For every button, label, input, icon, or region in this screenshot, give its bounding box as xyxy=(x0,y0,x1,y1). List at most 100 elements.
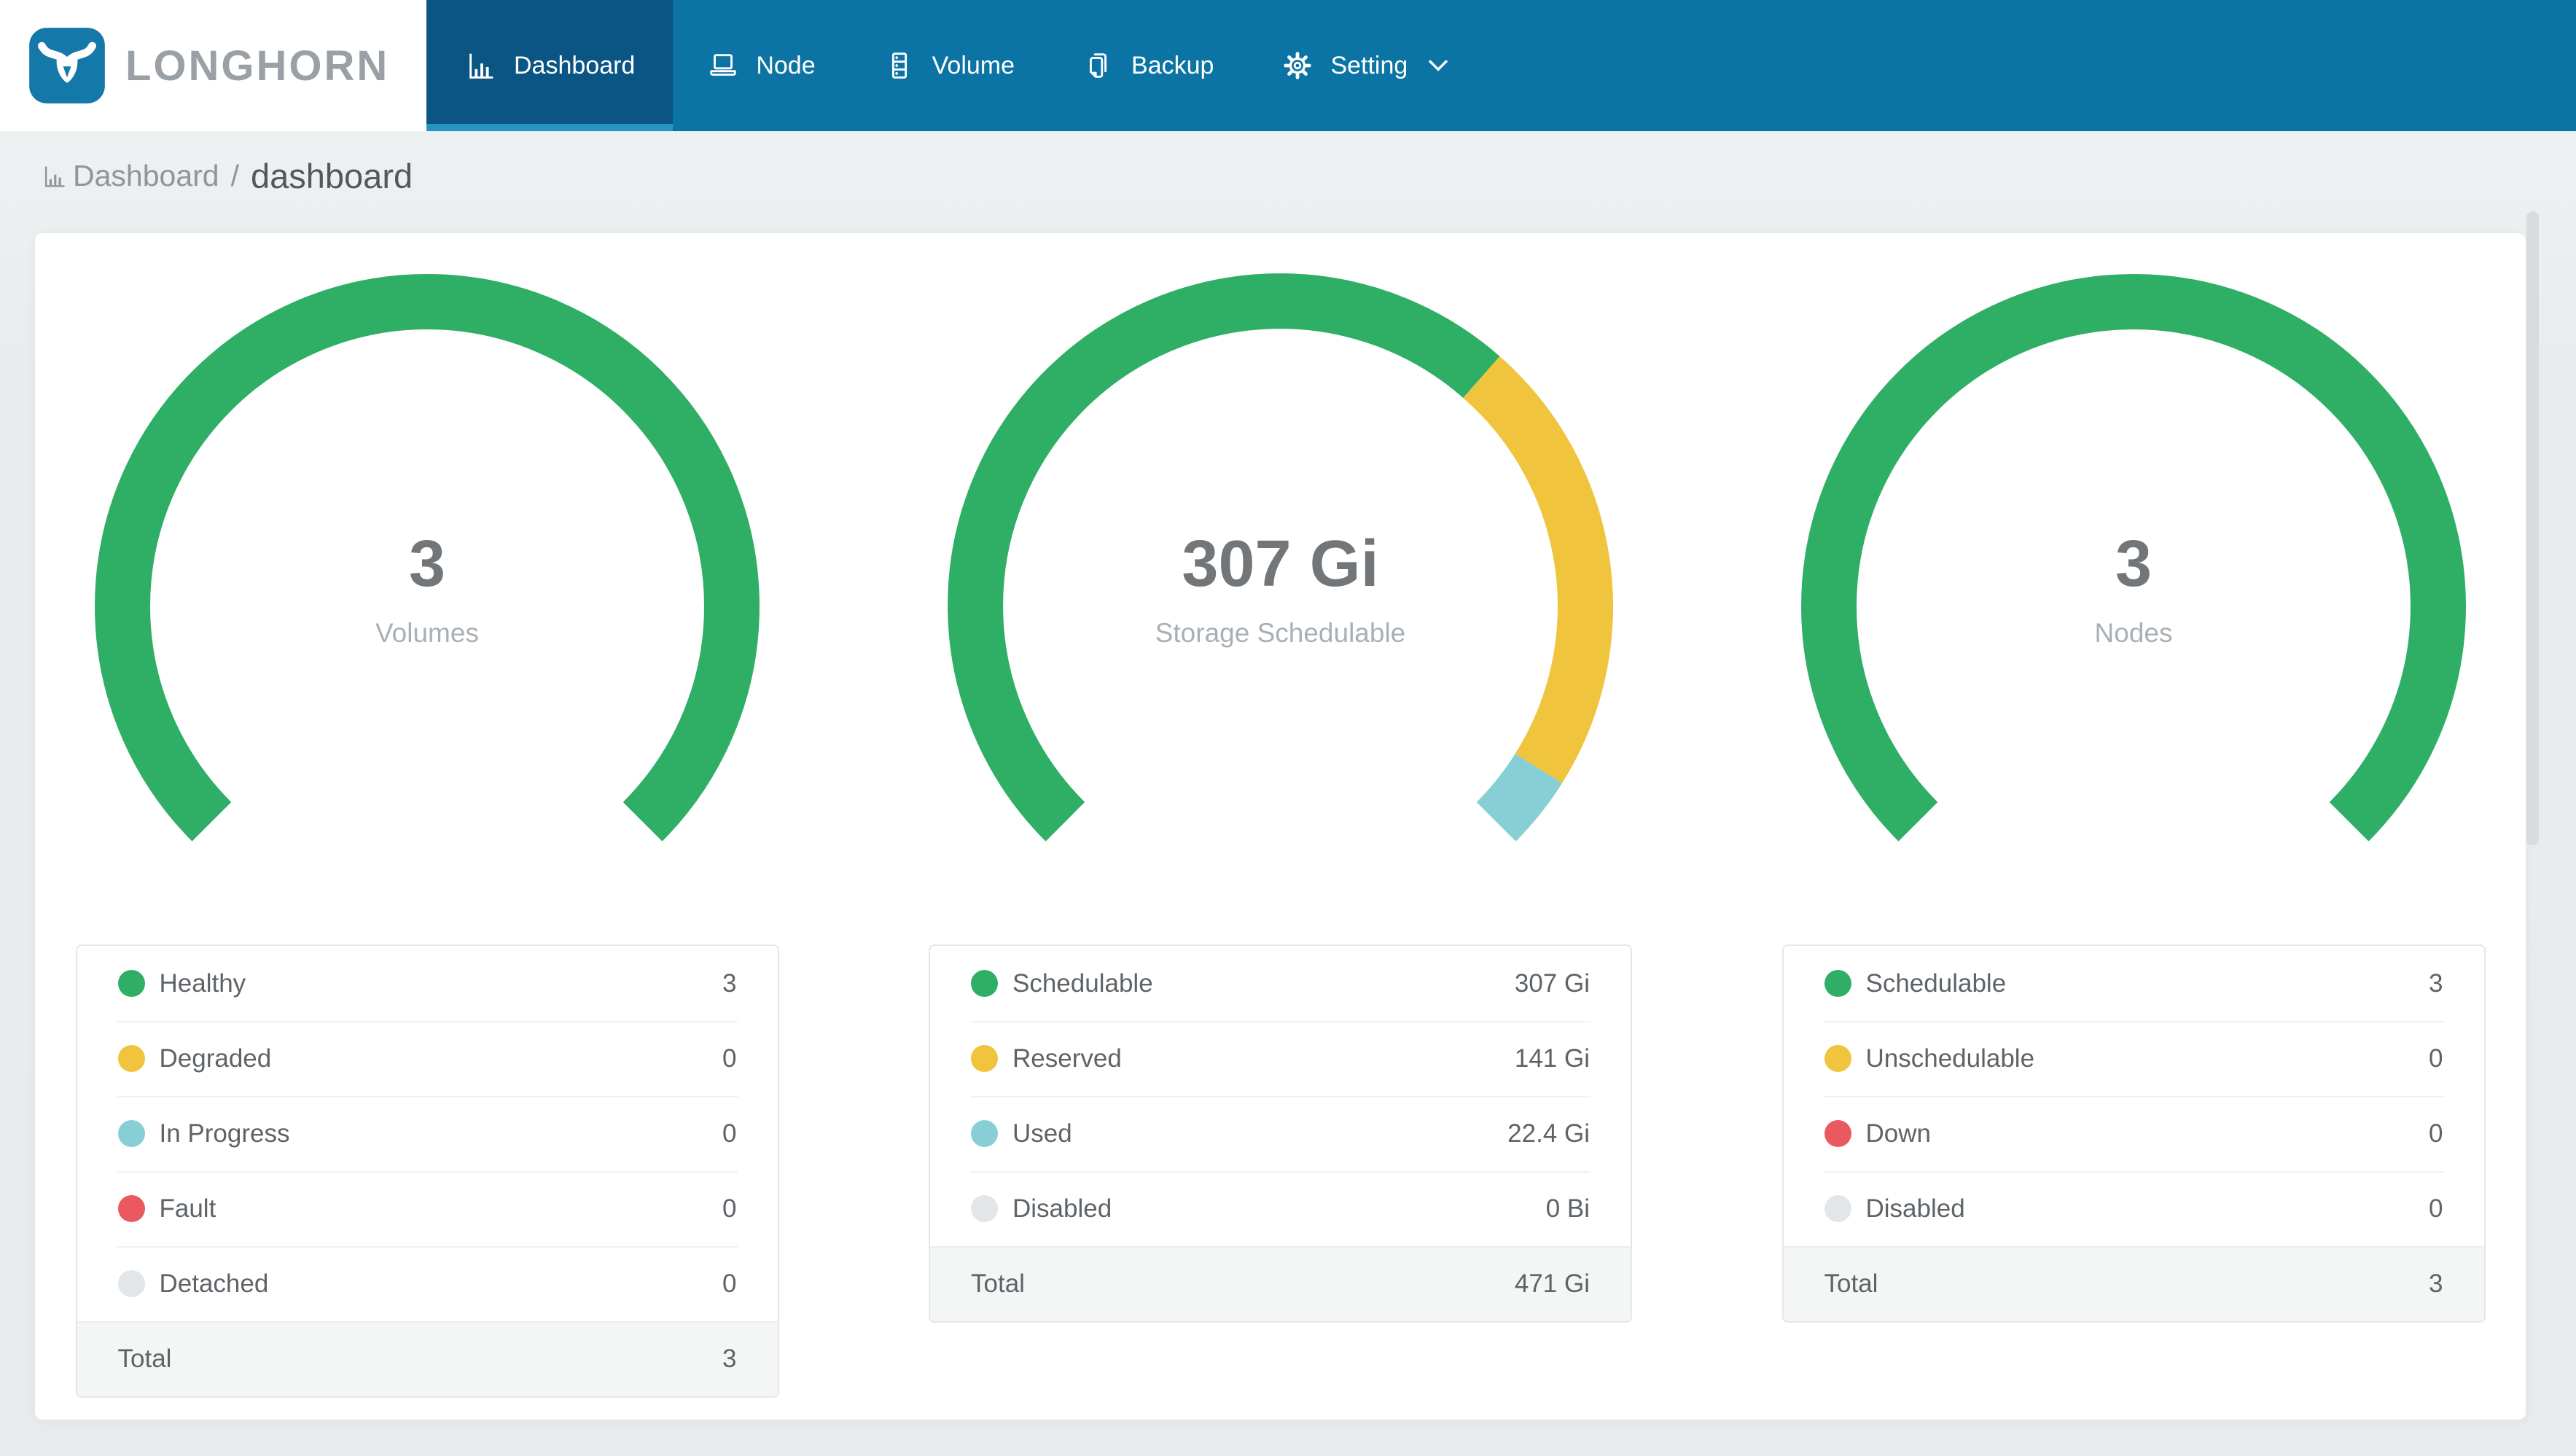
panel-storage-schedulable: 307 Gi Storage Schedulable Schedulable 3… xyxy=(889,233,1673,1420)
gauge-center-value: 3 xyxy=(408,528,446,600)
gauge-segment-used xyxy=(1475,753,1562,842)
dashboard-card: 3 Volumes Healthy 3 Degraded 0 In Progre… xyxy=(35,233,2526,1420)
table-row: Down 0 xyxy=(1784,1096,2484,1171)
legend-table: Schedulable 3 Unschedulable 0 Down 0 Dis… xyxy=(1781,944,2486,1323)
breadcrumb-separator: / xyxy=(230,159,239,192)
nav-item-label: Node xyxy=(756,51,816,79)
table-row: Disabled 0 xyxy=(1784,1171,2484,1246)
table-row: Schedulable 307 Gi xyxy=(930,946,1631,1021)
table-row: Reserved 141 Gi xyxy=(930,1021,1631,1096)
row-value: 307 Gi xyxy=(1514,968,1590,998)
row-value: 0 xyxy=(722,1044,737,1073)
row-value: 0 Bi xyxy=(1545,1194,1590,1223)
row-value: 3 xyxy=(2429,968,2443,998)
gauge-wrap: 3 Nodes xyxy=(1798,271,2469,942)
total-label: Total xyxy=(1824,1269,1878,1298)
status-dot-down xyxy=(1824,1120,1851,1147)
nav-item-dashboard[interactable]: Dashboard xyxy=(426,0,674,131)
gauge-center-label: Storage Schedulable xyxy=(1155,618,1406,648)
row-value: 0 xyxy=(2429,1194,2443,1223)
table-row: Detached 0 xyxy=(77,1246,778,1321)
row-label: Disabled xyxy=(1012,1194,1112,1223)
row-label: Degraded xyxy=(159,1044,272,1073)
table-row: Schedulable 3 xyxy=(1784,946,2484,1021)
status-dot-schedulable xyxy=(1824,970,1851,997)
nav-item-label: Backup xyxy=(1131,51,1214,79)
gauge-center: 3 Volumes xyxy=(92,523,762,649)
nav-item-backup[interactable]: Backup xyxy=(1048,0,1247,131)
status-dot-disabled xyxy=(971,1195,998,1222)
row-value: 141 Gi xyxy=(1514,1044,1590,1073)
status-dot-schedulable xyxy=(971,970,998,997)
longhorn-logo-icon xyxy=(29,28,105,103)
row-value: 0 xyxy=(2429,1044,2443,1073)
breadcrumb-section[interactable]: Dashboard xyxy=(73,159,219,193)
chevron-down-icon xyxy=(1424,58,1450,74)
panel-volumes: 3 Volumes Healthy 3 Degraded 0 In Progre… xyxy=(35,233,819,1420)
row-label: Reserved xyxy=(1012,1044,1122,1073)
table-row: Disabled 0 Bi xyxy=(930,1171,1631,1246)
status-dot-healthy xyxy=(117,970,145,997)
status-dot-reserved xyxy=(971,1045,998,1072)
row-label: Schedulable xyxy=(1865,968,2007,998)
row-label: Disabled xyxy=(1865,1194,1965,1223)
table-row: Fault 0 xyxy=(77,1171,778,1246)
panel-nodes: 3 Nodes Schedulable 3 Unschedulable 0 Do… xyxy=(1741,233,2526,1420)
total-label: Total xyxy=(971,1269,1025,1298)
row-label: Used xyxy=(1012,1119,1072,1148)
logo-text: LONGHORN xyxy=(125,42,390,90)
copy-icon xyxy=(1082,49,1115,82)
table-row: In Progress 0 xyxy=(77,1096,778,1171)
table-row: Unschedulable 0 xyxy=(1784,1021,2484,1096)
row-value: 22.4 Gi xyxy=(1507,1119,1590,1148)
nav-item-label: Dashboard xyxy=(514,51,636,79)
status-dot-disabled xyxy=(1824,1195,1851,1222)
scrollbar-thumb[interactable] xyxy=(2526,211,2539,845)
gauge-center-value: 3 xyxy=(2115,528,2152,600)
bar-chart-icon xyxy=(464,49,498,82)
nav-item-label: Setting xyxy=(1330,51,1408,79)
row-value: 0 xyxy=(722,1194,737,1223)
nav-item-volume[interactable]: Volume xyxy=(849,0,1048,131)
gauge-center-label: Nodes xyxy=(2094,618,2173,648)
top-nav-bar: LONGHORN Dashboard Node Volume Backup Settin… xyxy=(0,0,2576,131)
legend-table: Schedulable 307 Gi Reserved 141 Gi Used … xyxy=(929,944,1632,1323)
total-value: 3 xyxy=(2429,1269,2443,1298)
gear-icon xyxy=(1281,49,1314,82)
laptop-icon xyxy=(706,49,740,82)
gauge-center-value: 307 Gi xyxy=(1182,528,1379,600)
status-dot-detached xyxy=(117,1270,145,1297)
gauge-center: 307 Gi Storage Schedulable xyxy=(945,523,1616,649)
row-label: Unschedulable xyxy=(1865,1044,2035,1073)
total-value: 3 xyxy=(722,1344,737,1373)
row-label: Detached xyxy=(159,1269,269,1298)
status-dot-unschedulable xyxy=(1824,1045,1851,1072)
status-dot-used xyxy=(971,1120,998,1147)
nav-item-node[interactable]: Node xyxy=(673,0,848,131)
longhorn-logo[interactable]: LONGHORN xyxy=(0,0,426,131)
server-icon xyxy=(883,49,916,82)
total-row: Total 471 Gi xyxy=(930,1246,1631,1321)
row-label: Schedulable xyxy=(1012,968,1153,998)
total-row: Total 3 xyxy=(1783,1246,2484,1321)
status-dot-in-progress xyxy=(117,1120,145,1147)
gauge-wrap: 307 Gi Storage Schedulable xyxy=(945,271,1616,942)
row-label: Fault xyxy=(159,1194,216,1223)
status-dot-fault xyxy=(117,1195,145,1222)
row-label: Down xyxy=(1865,1119,1931,1148)
nav-item-setting[interactable]: Setting xyxy=(1247,0,1483,131)
gauge-center: 3 Nodes xyxy=(1798,523,2469,649)
gauge-wrap: 3 Volumes xyxy=(92,271,762,942)
row-label: Healthy xyxy=(159,968,246,998)
table-row: Degraded 0 xyxy=(77,1021,778,1096)
breadcrumb-dashboard-icon xyxy=(44,166,65,187)
breadcrumb-current-page: dashboard xyxy=(250,157,413,195)
row-value: 0 xyxy=(722,1269,737,1298)
row-value: 0 xyxy=(722,1119,737,1148)
total-value: 471 Gi xyxy=(1514,1269,1590,1298)
breadcrumb: Dashboard / dashboard xyxy=(41,156,413,196)
gauge-center-label: Volumes xyxy=(375,618,479,648)
row-label: In Progress xyxy=(159,1119,290,1148)
row-value: 0 xyxy=(2429,1119,2443,1148)
total-row: Total 3 xyxy=(77,1321,778,1396)
